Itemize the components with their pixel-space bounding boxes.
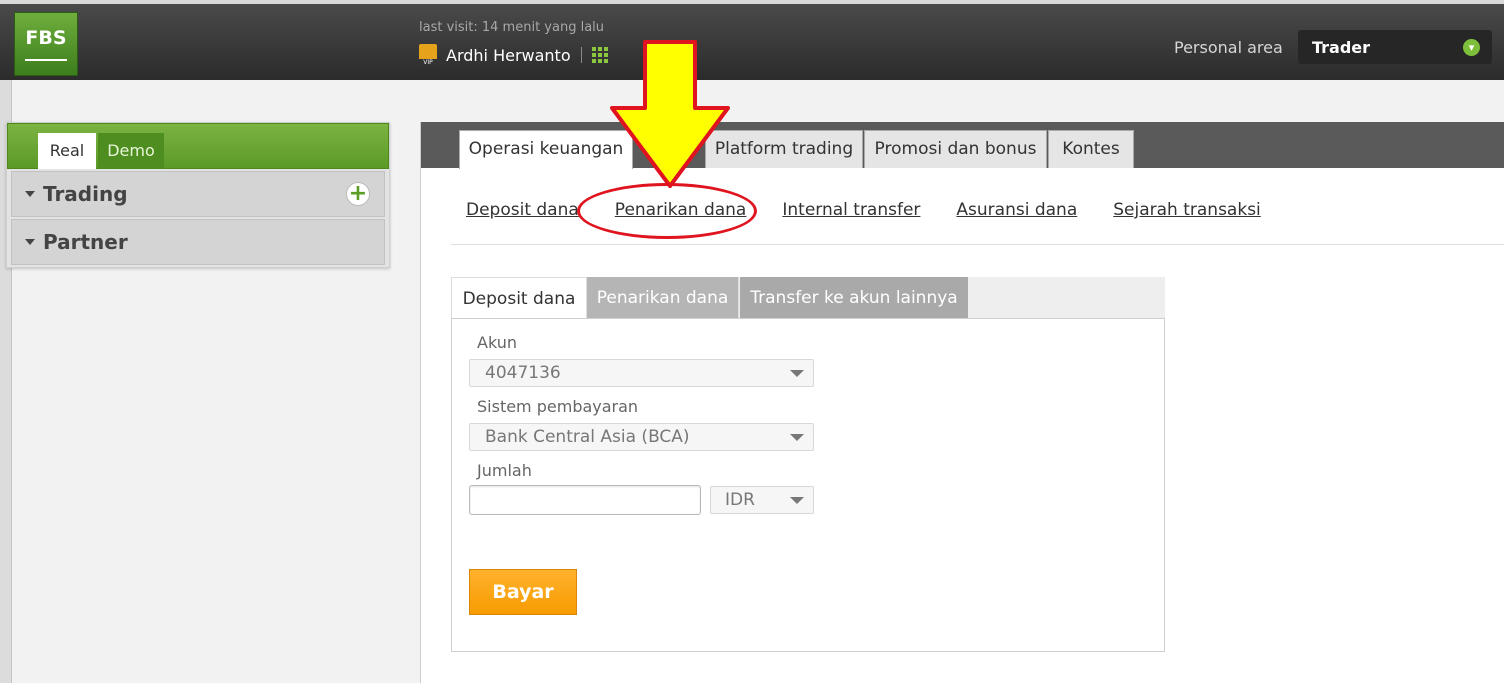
pay-button[interactable]: Bayar bbox=[469, 569, 577, 615]
user-info: Ardhi Herwanto bbox=[419, 44, 608, 66]
link-sejarah-transaksi[interactable]: Sejarah transaksi bbox=[1113, 200, 1261, 220]
amount-label: Jumlah bbox=[477, 461, 532, 480]
chevron-down-icon bbox=[790, 497, 804, 504]
payment-system-label: Sistem pembayaran bbox=[477, 397, 639, 416]
account-type-tabs: Real Demo bbox=[7, 123, 389, 169]
account-select[interactable]: 4047136 bbox=[469, 359, 814, 387]
personal-area-label[interactable]: Personal area bbox=[1174, 38, 1283, 57]
annotation-arrow-icon bbox=[610, 40, 730, 188]
apps-grid-icon[interactable] bbox=[591, 47, 608, 63]
deposit-form: Akun 4047136 Sistem pembayaran Bank Cent… bbox=[451, 318, 1165, 652]
caret-down-icon bbox=[25, 191, 35, 197]
vip-badge-icon bbox=[419, 44, 437, 66]
last-visit-text: last visit: 14 menit yang lalu bbox=[419, 20, 605, 35]
tab-real[interactable]: Real bbox=[38, 133, 96, 169]
form-tab-bar: Deposit dana Penarikan dana Transfer ke … bbox=[451, 277, 1165, 319]
user-name[interactable]: Ardhi Herwanto bbox=[446, 46, 571, 65]
cube-icon: ▾ bbox=[1463, 39, 1480, 56]
account-label: Akun bbox=[477, 333, 517, 352]
trader-label: Trader bbox=[1312, 38, 1371, 57]
chevron-down-icon bbox=[790, 434, 804, 441]
sidebar-section-trading[interactable]: Trading + bbox=[11, 171, 385, 217]
payment-system-select[interactable]: Bank Central Asia (BCA) bbox=[469, 423, 814, 451]
form-tab-withdraw[interactable]: Penarikan dana bbox=[587, 277, 739, 319]
tab-kontes[interactable]: Kontes bbox=[1048, 130, 1134, 168]
main-tab-bar: Operasi keuangan Platform trading Promos… bbox=[421, 122, 1504, 169]
form-tab-transfer[interactable]: Transfer ke akun lainnya bbox=[740, 277, 968, 319]
link-deposit-dana[interactable]: Deposit dana bbox=[466, 200, 579, 220]
sidebar: Real Demo Trading + Partner bbox=[6, 122, 390, 268]
tab-promosi-bonus[interactable]: Promosi dan bonus bbox=[864, 130, 1047, 168]
tab-operasi-keuangan[interactable]: Operasi keuangan bbox=[459, 130, 633, 169]
account-value: 4047136 bbox=[485, 363, 561, 383]
section-label: Partner bbox=[43, 230, 128, 254]
currency-select[interactable]: IDR bbox=[710, 486, 814, 514]
section-label: Trading bbox=[43, 182, 128, 206]
amount-input[interactable] bbox=[469, 485, 701, 515]
link-asuransi-dana[interactable]: Asuransi dana bbox=[956, 200, 1077, 220]
sidebar-section-partner[interactable]: Partner bbox=[11, 219, 385, 265]
logo-text: FBS bbox=[25, 27, 67, 49]
payment-system-value: Bank Central Asia (BCA) bbox=[485, 427, 690, 447]
trader-dropdown[interactable]: Trader ▾ bbox=[1298, 30, 1492, 64]
tab-demo[interactable]: Demo bbox=[98, 133, 164, 169]
add-account-icon[interactable]: + bbox=[346, 182, 370, 206]
currency-value: IDR bbox=[725, 490, 755, 510]
link-internal-transfer[interactable]: Internal transfer bbox=[782, 200, 920, 220]
fbs-logo[interactable]: FBS bbox=[14, 12, 78, 76]
top-bar: FBS last visit: 14 menit yang lalu Ardhi… bbox=[0, 0, 1504, 80]
chevron-down-icon bbox=[790, 370, 804, 377]
caret-down-icon bbox=[25, 239, 35, 245]
annotation-circle bbox=[577, 183, 757, 239]
form-tab-deposit[interactable]: Deposit dana bbox=[451, 277, 587, 319]
